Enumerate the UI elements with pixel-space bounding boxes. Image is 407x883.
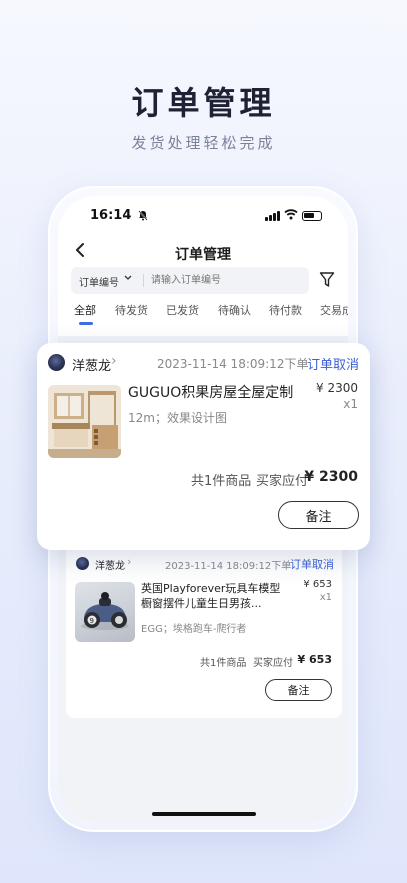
filter-icon[interactable] <box>319 271 335 289</box>
order-total: ¥ 653 <box>297 653 332 666</box>
header-panel: 16:14 订单管理 订单编号 请输入订单编号 全部 待发货 已发货 待确认 待… <box>58 196 348 336</box>
order-total: ¥ 2300 <box>304 469 358 485</box>
order-card-featured[interactable]: 洋葱龙 › 2023-11-14 18:09:12下单 订单取消 GUGUO积果… <box>37 343 370 550</box>
cell-signal-icon <box>265 211 280 221</box>
product-image[interactable] <box>48 385 121 458</box>
product-image[interactable]: 9 <box>75 582 135 642</box>
note-button[interactable]: 备注 <box>265 679 332 701</box>
cancel-order-button[interactable]: 订单取消 <box>290 556 334 572</box>
item-count: 共1件商品 <box>191 474 252 489</box>
search-bar: 订单编号 <box>71 267 309 294</box>
avatar <box>48 354 65 371</box>
tab-to-ship[interactable]: 待发货 <box>115 302 148 318</box>
order-time: 2023-11-14 18:09:12下单 <box>165 561 292 572</box>
cancel-order-button[interactable]: 订单取消 <box>307 354 359 373</box>
search-input[interactable] <box>151 272 301 289</box>
order-card[interactable]: 洋葱龙 › 2023-11-14 18:09:12下单 订单取消 9 英国Pla… <box>66 544 342 718</box>
bell-slash-icon <box>138 210 148 224</box>
note-button[interactable]: 备注 <box>278 501 359 529</box>
search-divider <box>143 274 144 287</box>
status-tabs: 全部 待发货 已发货 待确认 待付款 交易成 <box>58 302 348 328</box>
tab-to-pay[interactable]: 待付款 <box>269 302 302 318</box>
chevron-down-icon[interactable] <box>123 271 133 288</box>
tab-shipped[interactable]: 已发货 <box>166 302 199 318</box>
product-qty: x1 <box>343 397 358 411</box>
shop-name[interactable]: 洋葱龙 <box>95 557 125 572</box>
order-time: 2023-11-14 18:09:12下单 <box>157 357 309 371</box>
product-qty: x1 <box>319 592 332 603</box>
avatar <box>76 557 89 570</box>
nav-bar: 订单管理 <box>58 240 348 266</box>
buyer-pay-label: 买家应付 <box>256 474 309 489</box>
product-name[interactable]: GUGUO积果房屋全屋定制 <box>128 384 293 404</box>
page-title: 订单管理 <box>175 247 231 263</box>
product-price: ¥ 653 <box>303 579 332 590</box>
status-bar: 16:14 <box>58 208 348 228</box>
product-name-line2: 橱窗摆件儿童生日男孩... <box>141 597 262 611</box>
promo-subline: 发货处理轻松完成 <box>131 134 276 152</box>
product-spec: EGG；埃格跑车-爬行者 <box>141 624 247 635</box>
product-name[interactable]: 英国Playforever玩具车模型 橱窗摆件儿童生日男孩... <box>141 581 316 612</box>
product-price: ¥ 2300 <box>316 381 358 395</box>
chevron-right-icon[interactable]: › <box>111 353 117 369</box>
buyer-pay-label: 买家应付 <box>253 658 293 669</box>
home-indicator <box>152 812 256 816</box>
chevron-right-icon[interactable]: › <box>127 555 131 568</box>
search-type-select[interactable]: 订单编号 <box>79 274 119 289</box>
product-spec: 12m；效果设计图 <box>128 411 227 425</box>
active-tab-indicator <box>79 322 93 325</box>
wifi-icon <box>284 208 298 223</box>
promo-headline: 订单管理 <box>131 84 276 122</box>
status-time: 16:14 <box>90 208 132 223</box>
tab-all[interactable]: 全部 <box>74 302 96 318</box>
tab-completed[interactable]: 交易成 <box>320 302 348 318</box>
shop-name[interactable]: 洋葱龙 <box>72 355 111 374</box>
item-count: 共1件商品 <box>200 658 247 669</box>
product-name-line1: 英国Playforever玩具车模型 <box>141 582 281 595</box>
svg-text:9: 9 <box>90 617 94 625</box>
tab-to-confirm[interactable]: 待确认 <box>218 302 251 318</box>
battery-icon <box>302 211 322 221</box>
